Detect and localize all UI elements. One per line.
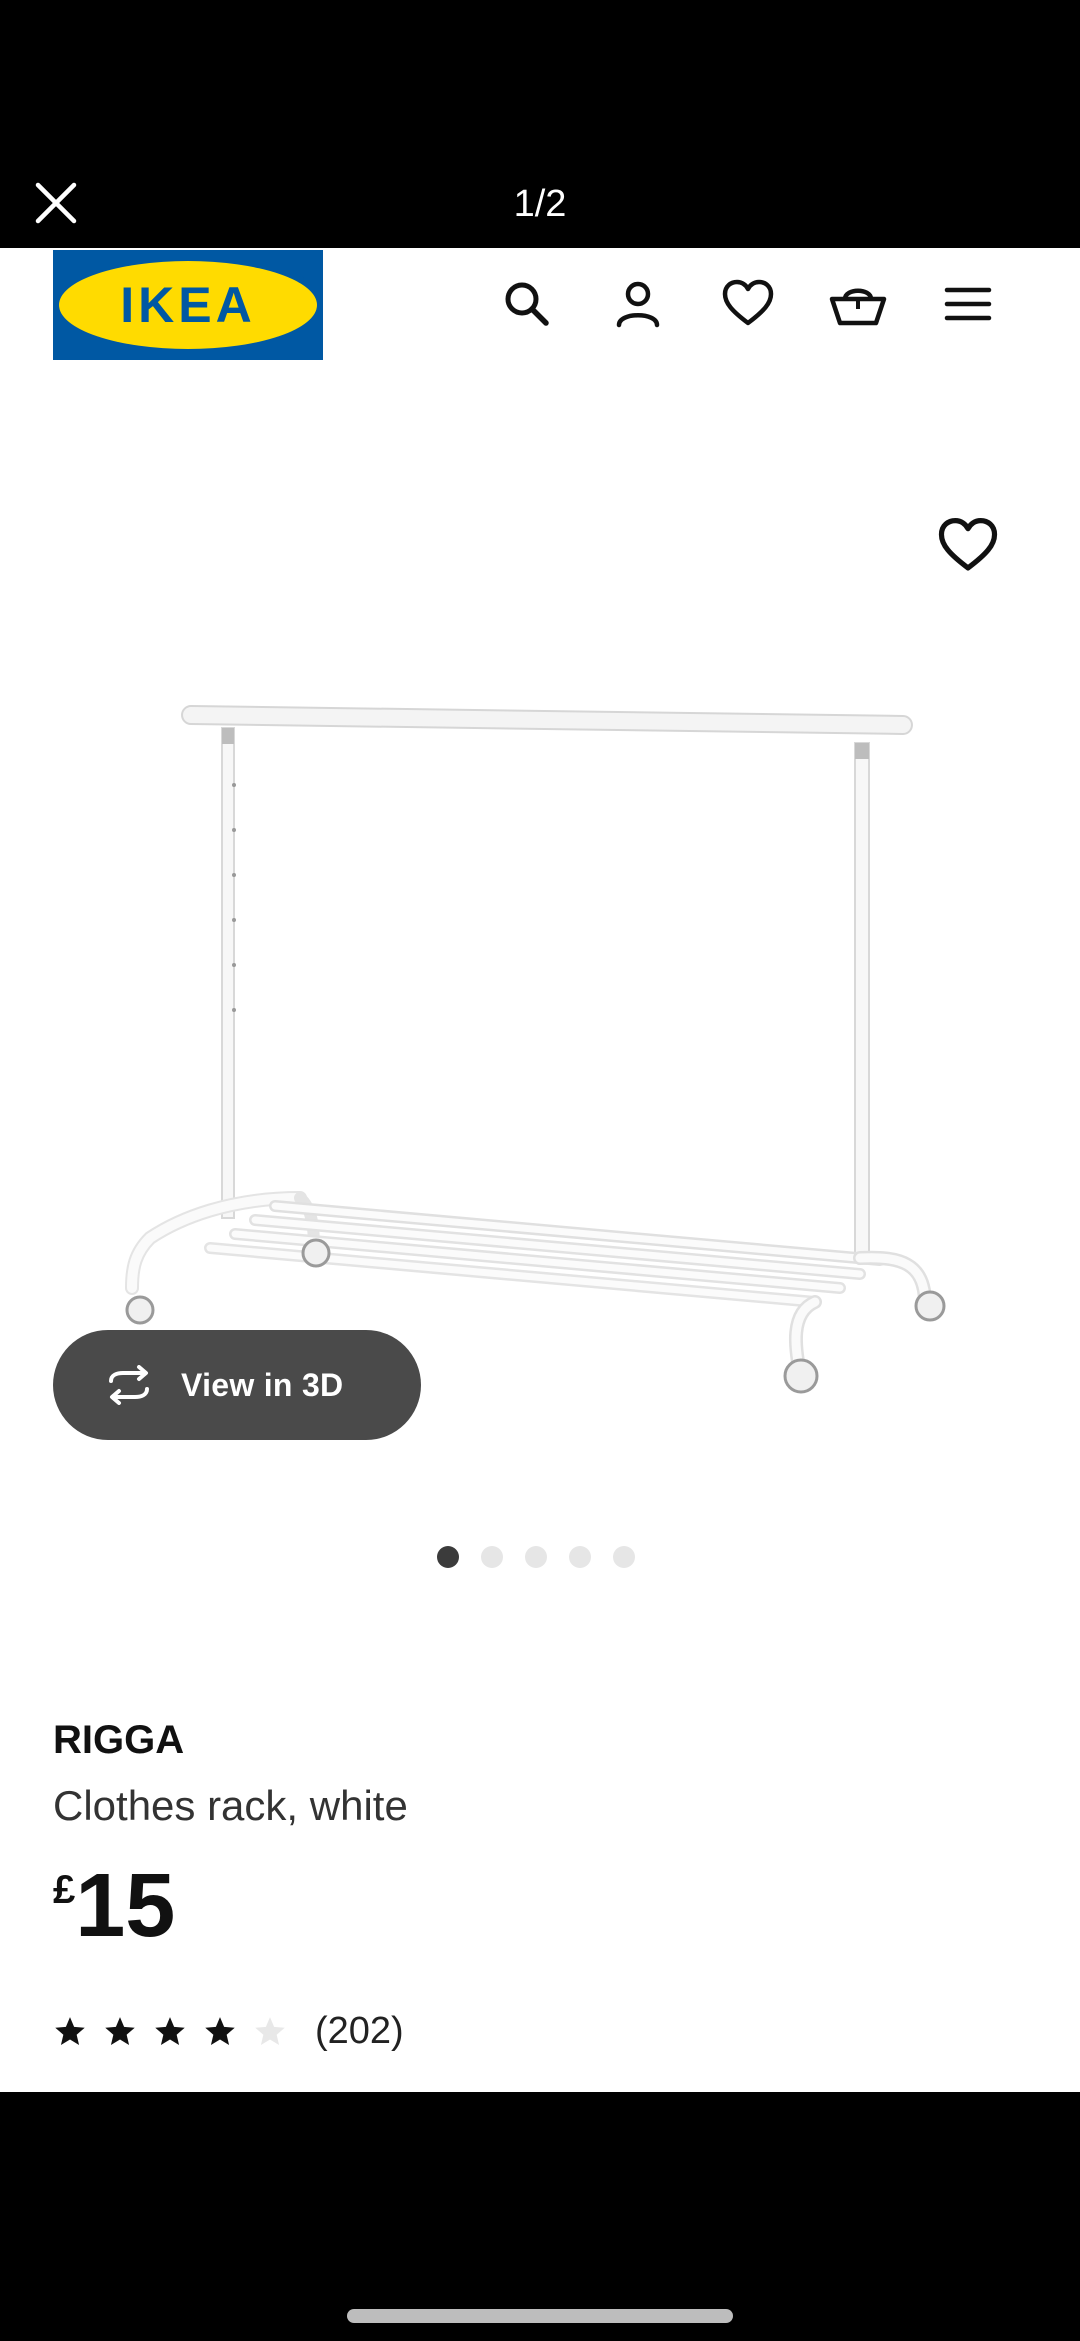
product-price: £15 xyxy=(53,1858,175,1954)
svg-text:IKEA: IKEA xyxy=(120,277,255,333)
carousel-dot[interactable] xyxy=(437,1546,459,1568)
page-counter: 1/2 xyxy=(513,183,567,225)
image-viewer-bar: 1/2 xyxy=(0,0,1080,248)
star-icon xyxy=(205,2016,235,2045)
ikea-logo[interactable]: IKEA ® xyxy=(53,250,323,360)
menu-icon[interactable] xyxy=(938,274,998,334)
star-icon xyxy=(105,2016,135,2045)
close-icon[interactable] xyxy=(28,175,84,231)
carousel-dot[interactable] xyxy=(613,1546,635,1568)
home-indicator[interactable] xyxy=(347,2309,733,2323)
add-to-favourites-button[interactable] xyxy=(938,516,998,576)
star-icon xyxy=(155,2016,185,2045)
price-amount: 15 xyxy=(75,1856,176,1956)
product-page: IKEA ® View in 3D RIGGA Clothes rack, wh… xyxy=(0,248,1080,2092)
product-rating[interactable]: (202) xyxy=(53,2010,404,2053)
price-currency: £ xyxy=(53,1868,76,1912)
view-in-3d-label: View in 3D xyxy=(181,1366,344,1403)
star-icon xyxy=(55,2016,85,2045)
carousel-dots xyxy=(437,1546,635,1568)
product-description: Clothes rack, white xyxy=(53,1782,408,1829)
review-count: (202) xyxy=(315,2010,404,2052)
heart-icon[interactable] xyxy=(718,274,778,334)
carousel-dot[interactable] xyxy=(525,1546,547,1568)
product-name: RIGGA xyxy=(53,1718,185,1762)
rotate-icon xyxy=(109,1365,149,1405)
carousel-dot[interactable] xyxy=(569,1546,591,1568)
view-in-3d-button[interactable]: View in 3D xyxy=(53,1330,421,1440)
account-icon[interactable] xyxy=(608,274,668,334)
svg-text:®: ® xyxy=(297,275,305,286)
basket-icon[interactable] xyxy=(828,274,888,334)
carousel-dot[interactable] xyxy=(481,1546,503,1568)
search-icon[interactable] xyxy=(497,274,557,334)
heart-icon xyxy=(938,518,998,571)
star-empty-icon xyxy=(255,2016,285,2045)
